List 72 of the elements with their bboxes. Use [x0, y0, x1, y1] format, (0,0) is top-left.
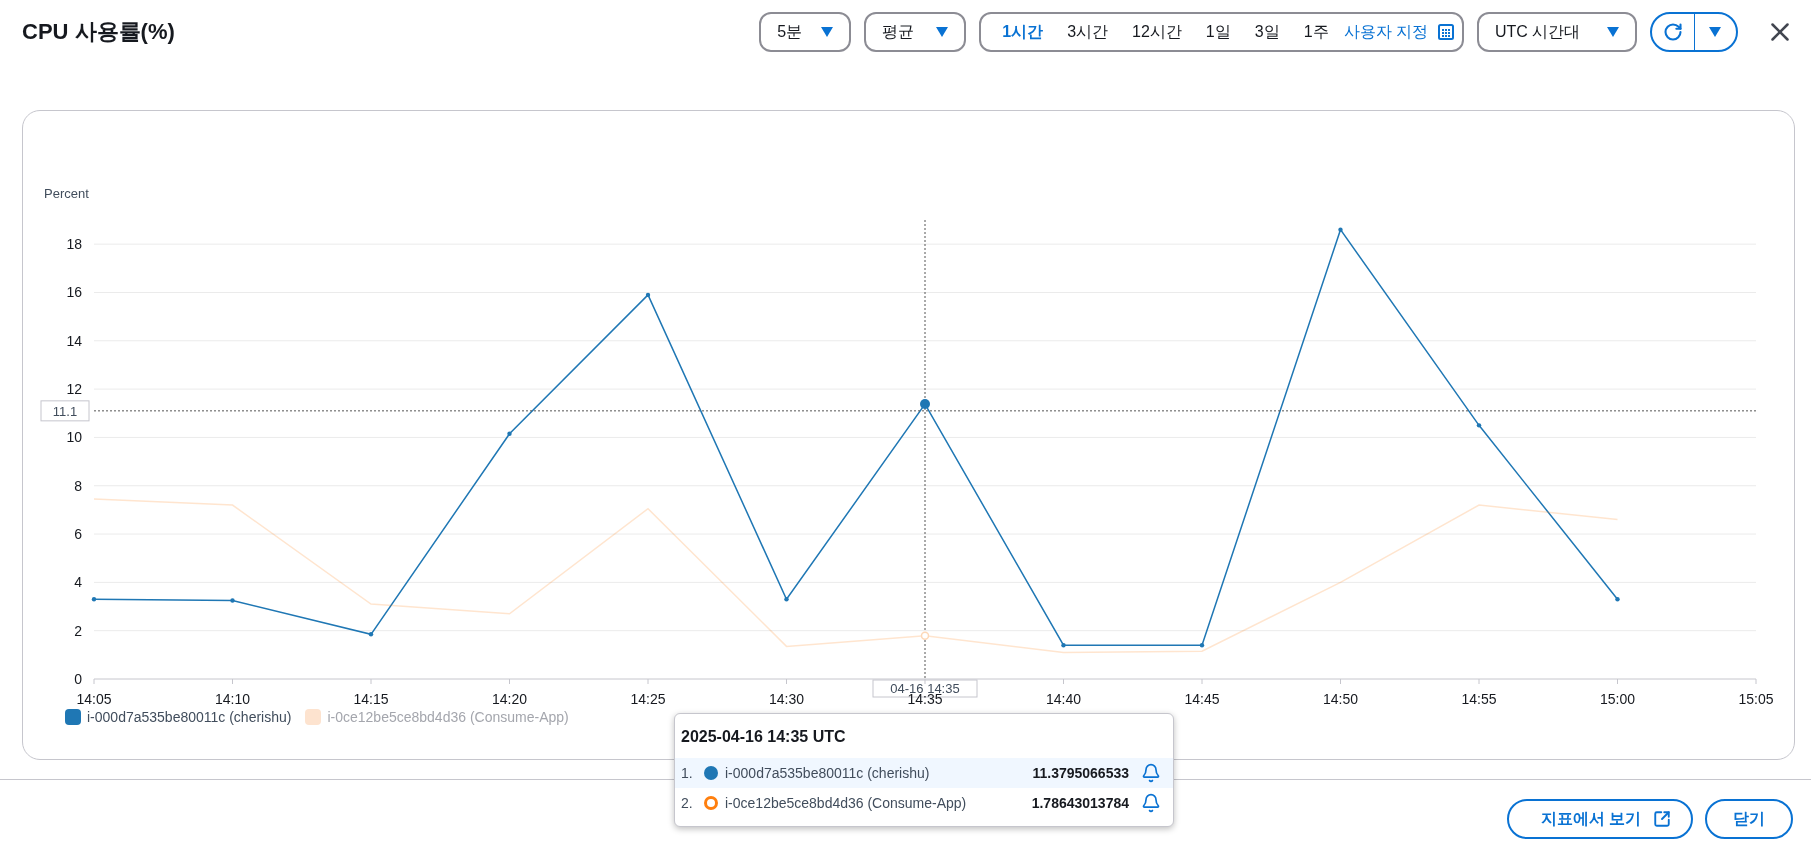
time-range-option[interactable]: 1주 [1292, 21, 1340, 43]
tick-label: 10 [66, 429, 82, 446]
caret-icon [821, 27, 834, 37]
statistic-dropdown[interactable]: 평균 [864, 12, 967, 52]
tick-label: 14:30 [769, 691, 804, 707]
bell-icon[interactable] [1141, 793, 1161, 813]
tick-label: 14:55 [1461, 691, 1497, 707]
tick-label: 14 [66, 332, 82, 349]
data-point [91, 597, 97, 602]
tick-label: 12 [66, 381, 82, 398]
tick-label: 14:20 [492, 691, 527, 707]
ref-line-label: 11.1 [52, 403, 78, 419]
series-value: 1.78643013784 [1031, 795, 1129, 811]
data-point [1199, 643, 1205, 648]
tick-label: 2 [74, 622, 82, 639]
time-range-option[interactable]: 12시간 [1121, 21, 1193, 43]
hover-point [920, 399, 930, 410]
tick-label: 14:45 [1184, 691, 1220, 707]
external-link-icon [1653, 810, 1671, 828]
tick-label: 0 [74, 671, 82, 687]
period-dropdown[interactable]: 5분 [759, 12, 852, 52]
data-point [368, 632, 374, 637]
series-marker-icon [703, 765, 719, 781]
view-in-metrics-button[interactable]: 지표에서 보기 [1506, 799, 1693, 839]
tick-label: 16 [66, 284, 82, 301]
series-name: i-000d7a535be80011c (cherishu) [725, 765, 931, 781]
close-dialog-button[interactable]: 닫기 [1705, 799, 1793, 839]
row-number: 1. [681, 765, 694, 781]
legend-swatch [305, 709, 322, 725]
tick-label: 18 [66, 236, 82, 253]
caret-icon [1607, 27, 1619, 37]
caret-icon [936, 27, 949, 37]
custom-range-link[interactable]: 사용자 지정 [1343, 21, 1428, 43]
tick-label: 6 [74, 526, 82, 543]
data-point [230, 598, 235, 603]
refresh-icon [1662, 22, 1683, 42]
data-point [645, 292, 651, 298]
legend-item[interactable]: i-000d7a535be80011c (cherishu) [65, 709, 292, 725]
data-point [1338, 227, 1343, 232]
tick-label: 14:05 [76, 691, 112, 707]
axis-label: Percent [44, 186, 89, 201]
bell-icon[interactable] [1141, 763, 1161, 783]
time-range-option[interactable]: 3시간 [1056, 21, 1120, 43]
tick-label: 15:00 [1600, 691, 1635, 707]
legend-swatch [65, 709, 81, 725]
tooltip-title: 2025-04-16 14:35 UTC [680, 727, 847, 747]
caret-icon [1709, 27, 1722, 37]
data-point [507, 431, 512, 436]
tick-label: 14:40 [1046, 691, 1081, 707]
crosshair-value-label: 11.1 [40, 400, 90, 422]
data-point [784, 597, 789, 602]
data-point [1061, 643, 1066, 648]
tick-label: 14:15 [353, 691, 389, 707]
calendar-icon[interactable] [1438, 24, 1454, 40]
data-point [1476, 423, 1482, 428]
series-marker-icon [703, 795, 719, 811]
data-point [1615, 597, 1620, 602]
series-name: i-0ce12be5ce8bd4d36 (Consume-App) [725, 795, 968, 811]
panel-title: CPU 사용률(%) [22, 18, 176, 46]
time-range-option[interactable]: 3일 [1243, 21, 1291, 43]
tick-label: 14:25 [630, 691, 666, 707]
tick-label: 15:05 [1738, 691, 1774, 707]
tick-label: 4 [74, 574, 82, 591]
timezone-dropdown[interactable]: UTC 시간대 [1477, 12, 1637, 52]
hover-point [920, 631, 930, 640]
time-range-option[interactable]: 1시간 [991, 21, 1055, 43]
tick-label: 14:10 [215, 691, 250, 707]
time-range-option[interactable]: 1일 [1194, 21, 1242, 43]
tick-label: 8 [74, 477, 82, 494]
row-number: 2. [681, 795, 694, 811]
tick-label: 14:50 [1323, 691, 1358, 707]
series-value: 11.3795066533 [1032, 765, 1129, 781]
